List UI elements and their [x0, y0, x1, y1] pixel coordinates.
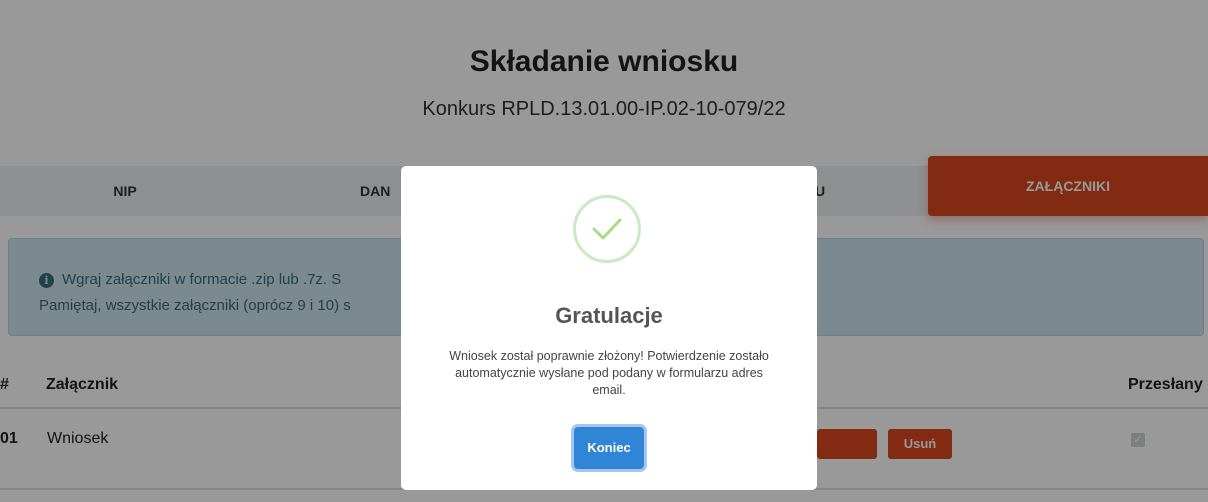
success-modal: Gratulacje Wniosek został poprawnie złoż…: [401, 166, 817, 490]
modal-message: Wniosek został poprawnie złożony! Potwie…: [449, 349, 769, 397]
success-check-icon: [573, 195, 641, 263]
end-button[interactable]: Koniec: [574, 427, 644, 469]
modal-title: Gratulacje: [555, 303, 663, 328]
